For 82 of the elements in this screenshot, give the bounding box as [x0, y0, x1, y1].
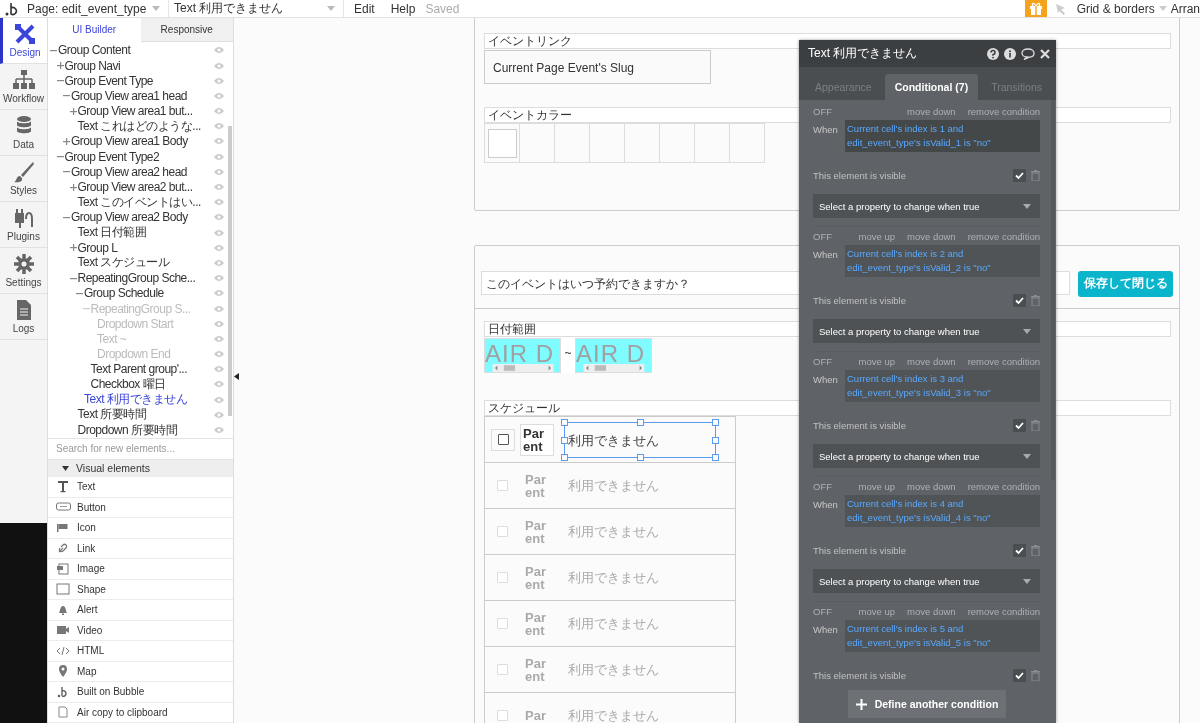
- tree-item[interactable]: Group View area2 Body: [71, 210, 188, 225]
- menu-item[interactable]: Help: [390, 1, 416, 16]
- status-text: 利用できません: [568, 568, 660, 587]
- property-label: This element is visible: [813, 169, 906, 181]
- tree-item[interactable]: Group Event Type2: [64, 149, 160, 164]
- tree-item[interactable]: Text 日付範囲: [77, 224, 147, 242]
- tree-item[interactable]: RepeatingGroup Sche...: [77, 271, 196, 286]
- rail-tab[interactable]: Workflow: [0, 64, 47, 110]
- rail-tab[interactable]: Settings: [0, 248, 47, 294]
- slug-field[interactable]: Current Page Event's Slug: [484, 50, 711, 84]
- status-text: 利用できません: [568, 522, 660, 541]
- element-item[interactable]: Text: [48, 477, 233, 498]
- element-item[interactable]: Shape: [48, 579, 233, 600]
- property-dropdown[interactable]: Select a property to change when true: [813, 444, 1040, 468]
- when-label: When: [813, 248, 839, 262]
- define-condition-button[interactable]: Define another condition: [848, 690, 1006, 718]
- menu-item[interactable]: Edit: [354, 1, 375, 16]
- status-text: 利用できません: [568, 660, 660, 679]
- when-label: When: [813, 623, 839, 637]
- when-label: When: [813, 123, 839, 137]
- tree-item[interactable]: Group View area2 head: [71, 164, 188, 179]
- element-item[interactable]: Image: [48, 559, 233, 580]
- element-dropdown[interactable]: Text 利用できません: [169, 0, 344, 17]
- tree-item[interactable]: Group Schedule: [84, 286, 164, 301]
- parent-text: Par: [524, 707, 547, 723]
- element-item[interactable]: Video: [48, 620, 233, 641]
- tree-item[interactable]: Group Navi: [64, 58, 121, 73]
- status-text: 利用できません: [564, 421, 716, 458]
- parent-text: Parent: [524, 516, 547, 548]
- tree-item[interactable]: Checkbox 曜日: [90, 375, 166, 393]
- when-label: When: [813, 373, 839, 387]
- arrange-menu[interactable]: Arran: [1170, 1, 1200, 16]
- grid-menu[interactable]: Grid & borders: [1076, 1, 1167, 16]
- rail-tab[interactable]: Plugins: [0, 202, 47, 248]
- element-item[interactable]: Link: [48, 538, 233, 559]
- rail-tab[interactable]: Styles: [0, 156, 47, 202]
- element-item[interactable]: Air copy to clipboard: [48, 702, 233, 723]
- parent-text: Parent: [524, 470, 547, 502]
- property-label: This element is visible: [813, 294, 906, 306]
- parent-text: Parent: [520, 423, 554, 456]
- parent-text: Parent: [524, 654, 547, 686]
- element-item[interactable]: Button: [48, 497, 233, 518]
- property-label: This element is visible: [813, 669, 906, 681]
- status-text: 利用できません: [568, 476, 660, 495]
- tree-item[interactable]: Text Parent group'...: [90, 362, 187, 377]
- rail-tab[interactable]: Data: [0, 110, 47, 156]
- tree-item[interactable]: Group View area2 but...: [77, 180, 193, 194]
- property-dropdown[interactable]: Select a property to change when true: [813, 194, 1040, 218]
- status-text: 利用できません: [568, 614, 660, 633]
- tree-item[interactable]: Group Content: [58, 43, 131, 58]
- save-status: Saved: [425, 1, 460, 16]
- tree-item[interactable]: Text これはどのような...: [77, 117, 201, 135]
- property-label: This element is visible: [813, 544, 906, 556]
- tree-item[interactable]: Group View area1 head: [71, 88, 188, 103]
- property-dropdown[interactable]: Select a property to change when true: [813, 569, 1040, 593]
- panel-tab[interactable]: Conditional (7): [884, 74, 979, 100]
- tree-item[interactable]: Text 利用できません: [84, 391, 188, 409]
- element-item[interactable]: HTML: [48, 641, 233, 662]
- tree-item[interactable]: Group Event Type: [64, 73, 153, 88]
- element-item[interactable]: Alert: [48, 600, 233, 621]
- tree-item[interactable]: Text スケジュール: [77, 254, 170, 272]
- rail-tab[interactable]: Design: [0, 18, 47, 64]
- status-text: 利用できません: [568, 706, 660, 723]
- tree-item[interactable]: Text このイベントはい...: [77, 193, 201, 211]
- parent-text: Parent: [524, 608, 547, 640]
- page-dropdown[interactable]: Page: edit_event_type: [23, 0, 169, 17]
- element-item[interactable]: Icon: [48, 518, 233, 539]
- element-item[interactable]: Map: [48, 661, 233, 682]
- tree-item[interactable]: Text 所要時間: [77, 406, 147, 424]
- tree-item[interactable]: Group View area1 but...: [77, 104, 193, 119]
- rail-tab[interactable]: Logs: [0, 294, 47, 340]
- parent-text: Parent: [524, 562, 547, 594]
- element-item[interactable]: Built on Bubble: [48, 682, 233, 703]
- separator-text: ~: [561, 338, 575, 373]
- tree-item[interactable]: Group View area1 Body: [71, 134, 188, 149]
- tree-item[interactable]: Group L: [77, 240, 118, 255]
- property-dropdown[interactable]: Select a property to change when true: [813, 319, 1040, 343]
- when-label: When: [813, 498, 839, 512]
- condition-expression[interactable]: Current cell's index is 1 and edit_event_type's isValid_1 is "no": [845, 120, 1040, 152]
- tree-item[interactable]: Dropdown 所要時間: [77, 421, 178, 439]
- builder-tab[interactable]: Responsive: [140, 18, 233, 42]
- property-label: This element is visible: [813, 419, 906, 431]
